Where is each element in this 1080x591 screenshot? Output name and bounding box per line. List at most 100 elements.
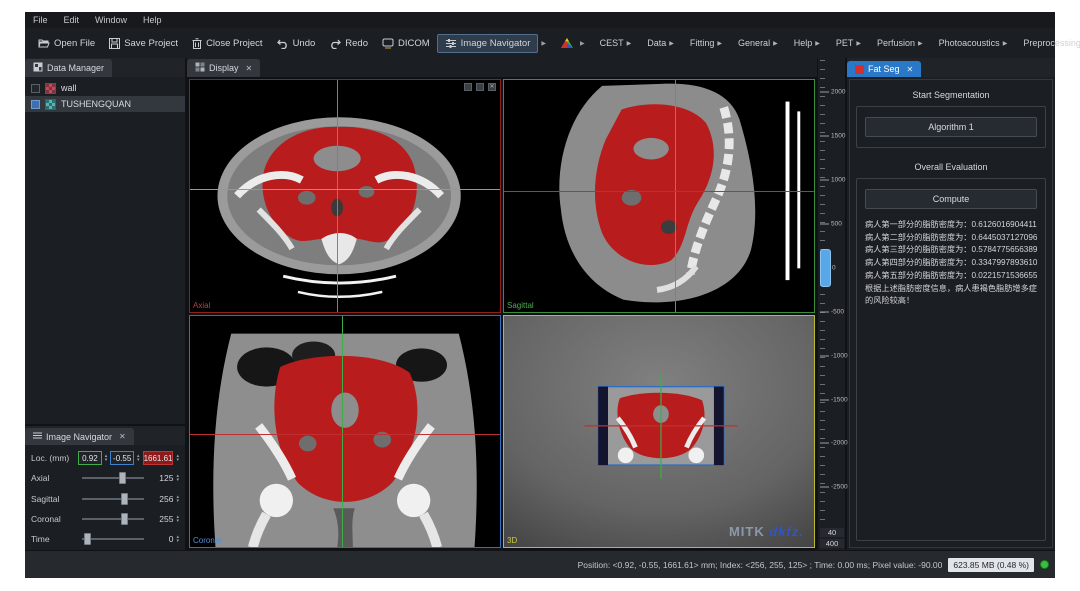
view-menu-label: Photoacoustics bbox=[939, 38, 1000, 48]
coronal-slider-handle[interactable] bbox=[121, 513, 128, 525]
spinner-arrows[interactable]: ▴▾ bbox=[176, 495, 179, 503]
view-menu-label: Perfusion bbox=[877, 38, 915, 48]
sagittal-slider-handle[interactable] bbox=[121, 493, 128, 505]
tab-fat-seg[interactable]: Fat Seg ✕ bbox=[847, 61, 921, 77]
scale-tick: -2000 bbox=[820, 440, 848, 447]
sagittal-slider-track[interactable] bbox=[82, 498, 144, 500]
view-menu-data[interactable]: Data▶ bbox=[643, 38, 678, 48]
level-value[interactable]: 40 bbox=[820, 528, 844, 537]
menu-file[interactable]: File bbox=[33, 15, 48, 25]
coronal-slider-track[interactable] bbox=[82, 518, 144, 520]
threed-view[interactable]: MITK dkfz. 3D bbox=[503, 315, 815, 549]
spinner-arrows[interactable]: ▴▾ bbox=[105, 454, 108, 462]
compute-button[interactable]: Compute bbox=[865, 189, 1037, 209]
view-menu-general[interactable]: General▶ bbox=[734, 38, 782, 48]
axial-slider-track[interactable] bbox=[82, 477, 144, 479]
view-corner-controls: ✕ bbox=[464, 83, 496, 91]
coronal-view[interactable]: Coronal bbox=[189, 315, 501, 549]
view-menu-label: CEST bbox=[600, 38, 624, 48]
position-status-text: Position: <0.92, -0.55, 1661.61> mm; Ind… bbox=[578, 560, 943, 570]
view-menu-icon[interactable]: ✕ bbox=[488, 83, 496, 91]
chevron-right-icon: ▶ bbox=[669, 40, 674, 47]
sagittal-crosshair-vertical[interactable] bbox=[675, 80, 676, 312]
color-legend-arrow[interactable]: ▶ bbox=[580, 40, 585, 47]
redo-button[interactable]: Redo bbox=[322, 35, 375, 52]
view-menu-perfusion[interactable]: Perfusion▶ bbox=[873, 38, 927, 48]
menu-edit[interactable]: Edit bbox=[64, 15, 80, 25]
data-node-label: wall bbox=[61, 83, 77, 93]
axial-crosshair-vertical[interactable] bbox=[337, 80, 338, 312]
time-slider-value[interactable]: 0 bbox=[151, 534, 173, 544]
close-icon[interactable]: ✕ bbox=[246, 64, 253, 73]
close-icon[interactable]: ✕ bbox=[119, 432, 126, 441]
scale-tick: -1500 bbox=[820, 396, 848, 403]
data-node-wall[interactable]: wall bbox=[25, 80, 185, 96]
coronal-crosshair-horizontal[interactable] bbox=[190, 434, 500, 435]
time-slider-handle[interactable] bbox=[84, 533, 91, 545]
axial-view[interactable]: ✕ Axial bbox=[189, 79, 501, 313]
time-slider-track[interactable] bbox=[82, 538, 144, 540]
axial-view-label: Axial bbox=[193, 301, 210, 310]
algorithm-1-button[interactable]: Algorithm 1 bbox=[865, 117, 1037, 137]
tab-image-navigator[interactable]: Image Navigator ✕ bbox=[25, 428, 134, 445]
dicom-button[interactable]: DICOM bbox=[375, 35, 437, 52]
window-value[interactable]: 400 bbox=[820, 539, 844, 548]
result-conclusion: 根据上述脂肪密度信息，病人患褐色脂肪增多症的风险较高！ bbox=[865, 283, 1037, 308]
location-x-field[interactable]: 0.92 bbox=[78, 451, 102, 465]
sagittal-crosshair-horizontal[interactable] bbox=[504, 191, 814, 192]
sagittal-slider-value[interactable]: 256 bbox=[151, 494, 173, 504]
scale-tick: 1500 bbox=[820, 133, 845, 140]
view-menu-preprocessing[interactable]: Preprocessing▶ bbox=[1019, 38, 1080, 48]
coronal-slider-value[interactable]: 255 bbox=[151, 514, 173, 524]
result-line: 病人第一部分的脂肪密度为：0.6126016904411238 bbox=[865, 219, 1037, 232]
fat-seg-body: Start Segmentation Algorithm 1 Overall E… bbox=[849, 79, 1053, 548]
spinner-arrows[interactable]: ▴▾ bbox=[176, 535, 179, 543]
menu-help[interactable]: Help bbox=[143, 15, 162, 25]
color-legend-icon[interactable] bbox=[560, 37, 574, 49]
chevron-right-icon: ▶ bbox=[627, 40, 632, 47]
sagittal-view[interactable]: Sagittal bbox=[503, 79, 815, 313]
visibility-checkbox[interactable] bbox=[31, 84, 40, 93]
save-project-button[interactable]: Save Project bbox=[102, 35, 185, 52]
result-line: 病人第五部分的脂肪密度为：0.0221571536655105 bbox=[865, 270, 1037, 283]
view-menu-fitting[interactable]: Fitting▶ bbox=[686, 38, 726, 48]
levelwindow-scale[interactable]: 2000 1500 1000 500 0 -500 -1000 -1500 -2… bbox=[820, 60, 844, 522]
toolbar: Open File Save Project Close Project Und… bbox=[25, 28, 1055, 58]
crosshair-toggle-icon[interactable] bbox=[464, 83, 472, 91]
levelwindow-handle[interactable] bbox=[820, 249, 831, 287]
coronal-slider-row: Coronal 255 ▴▾ bbox=[31, 510, 179, 528]
open-file-button[interactable]: Open File bbox=[31, 35, 102, 52]
tab-display[interactable]: Display ✕ bbox=[187, 59, 260, 77]
coronal-crosshair-vertical[interactable] bbox=[342, 316, 343, 548]
time-slider-label: Time bbox=[31, 534, 75, 544]
spinner-arrows[interactable]: ▴▾ bbox=[137, 454, 140, 462]
view-menu-photoacoustics[interactable]: Photoacoustics▶ bbox=[935, 38, 1012, 48]
spinner-arrows[interactable]: ▴▾ bbox=[176, 515, 179, 523]
menu-window[interactable]: Window bbox=[95, 15, 127, 25]
view-menu-cest[interactable]: CEST▶ bbox=[596, 38, 636, 48]
spinner-arrows[interactable]: ▴▾ bbox=[176, 454, 179, 462]
close-icon[interactable]: ✕ bbox=[907, 65, 914, 74]
axial-slider-value[interactable]: 125 bbox=[151, 473, 173, 483]
view-menu-pet[interactable]: PET▶ bbox=[832, 38, 865, 48]
data-manager-tabbar: Data Manager bbox=[25, 58, 185, 77]
visibility-checkbox[interactable] bbox=[31, 100, 40, 109]
evaluation-results: 病人第一部分的脂肪密度为：0.6126016904411238 病人第二部分的脂… bbox=[865, 219, 1037, 308]
memory-status-icon bbox=[1040, 560, 1049, 569]
spinner-arrows[interactable]: ▴▾ bbox=[176, 474, 179, 482]
fat-seg-tab-label: Fat Seg bbox=[868, 64, 900, 74]
undo-button[interactable]: Undo bbox=[270, 35, 323, 52]
axial-crosshair-horizontal[interactable] bbox=[190, 189, 500, 190]
view-menu-help[interactable]: Help▶ bbox=[790, 38, 824, 48]
tab-data-manager[interactable]: Data Manager bbox=[25, 59, 112, 77]
location-z-field[interactable]: 1661.61 bbox=[143, 451, 174, 465]
chevron-right-icon: ▶ bbox=[856, 40, 861, 47]
location-y-field[interactable]: -0.55 bbox=[110, 451, 134, 465]
layout-toggle-icon[interactable] bbox=[476, 83, 484, 91]
image-navigator-button[interactable]: Image Navigator bbox=[437, 34, 539, 53]
close-project-button[interactable]: Close Project bbox=[185, 35, 270, 52]
toolbar-extension-arrow[interactable]: ▶ bbox=[541, 40, 546, 47]
close-project-icon bbox=[192, 38, 202, 49]
data-node-tushengquan[interactable]: TUSHENGQUAN bbox=[25, 96, 185, 112]
axial-slider-handle[interactable] bbox=[119, 472, 126, 484]
